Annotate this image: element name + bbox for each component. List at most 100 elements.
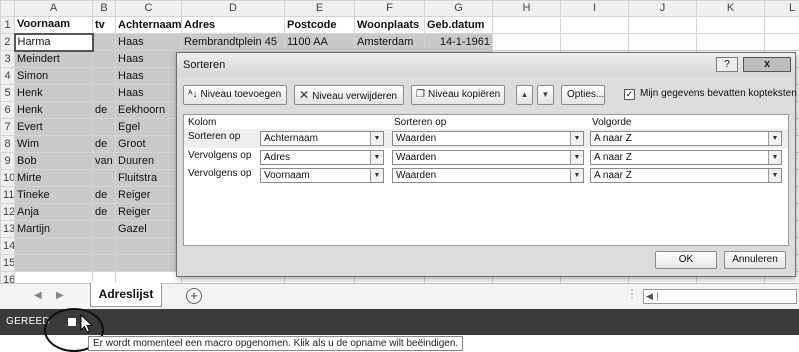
column-header-h[interactable]: H: [492, 0, 561, 17]
scrollbar-thumb[interactable]: [657, 292, 677, 301]
cell[interactable]: [764, 33, 799, 51]
cell[interactable]: Eekhoorn: [115, 101, 182, 119]
tab-split-handle-icon[interactable]: ⋮: [627, 289, 637, 300]
column-header-b[interactable]: B: [92, 0, 116, 17]
dropdown-arrow-icon[interactable]: ▼: [768, 151, 781, 164]
dropdown-arrow-icon[interactable]: ▼: [768, 169, 781, 182]
column-header-d[interactable]: D: [181, 0, 285, 17]
row-header[interactable]: 10: [0, 169, 15, 187]
sort-order-select[interactable]: A naar Z ▼: [590, 131, 782, 146]
row-header[interactable]: 12: [0, 203, 15, 221]
cell[interactable]: Simon: [14, 67, 93, 85]
cell[interactable]: Duuren: [115, 152, 182, 170]
cell[interactable]: [92, 237, 116, 255]
scroll-tabs-left-icon[interactable]: ◀: [34, 290, 42, 301]
dropdown-arrow-icon[interactable]: ▼: [768, 132, 781, 145]
row-header[interactable]: 3: [0, 50, 15, 68]
cell[interactable]: [92, 67, 116, 85]
sort-on-select[interactable]: Waarden ▼: [392, 131, 584, 146]
dropdown-arrow-icon[interactable]: ▼: [570, 151, 583, 164]
cell[interactable]: Haas: [115, 50, 182, 68]
cell[interactable]: Postcode: [284, 16, 355, 34]
cell[interactable]: Anja: [14, 203, 93, 221]
dropdown-arrow-icon[interactable]: ▼: [370, 169, 383, 182]
cell[interactable]: Groot: [115, 135, 182, 153]
copy-level-button[interactable]: ❐ Niveau kopiëren: [411, 85, 505, 105]
cell[interactable]: Bob: [14, 152, 93, 170]
close-button[interactable]: x: [743, 57, 791, 72]
cell[interactable]: van: [92, 152, 116, 170]
cell[interactable]: de: [92, 101, 116, 119]
cell[interactable]: Egel: [115, 118, 182, 136]
cell[interactable]: Martijn: [14, 220, 93, 238]
cell[interactable]: [628, 33, 697, 51]
cell[interactable]: Fluitstra: [115, 169, 182, 187]
cell[interactable]: Voornaam: [14, 16, 93, 34]
cell[interactable]: Rembrandtplein 45: [181, 33, 285, 51]
cell[interactable]: Haas: [115, 67, 182, 85]
column-header-j[interactable]: J: [628, 0, 697, 17]
row-header[interactable]: 13: [0, 220, 15, 238]
column-header-a[interactable]: A: [14, 0, 93, 17]
cell[interactable]: [764, 16, 799, 34]
sort-on-select[interactable]: Waarden ▼: [392, 150, 584, 165]
cell[interactable]: [560, 33, 629, 51]
sort-column-select[interactable]: Voornaam ▼: [260, 168, 384, 183]
column-header-l[interactable]: L: [764, 0, 799, 17]
cell[interactable]: [92, 169, 116, 187]
cell[interactable]: Gazel: [115, 220, 182, 238]
cell[interactable]: tv: [92, 16, 116, 34]
cell[interactable]: Geb.datum: [424, 16, 493, 34]
active-cell[interactable]: Harma: [13, 32, 94, 52]
column-header-e[interactable]: E: [284, 0, 355, 17]
row-header[interactable]: 7: [0, 118, 15, 136]
cell[interactable]: Evert: [14, 118, 93, 136]
cell[interactable]: Haas: [115, 84, 182, 102]
row-header[interactable]: 6: [0, 101, 15, 119]
cell[interactable]: Mirte: [14, 169, 93, 187]
column-header-i[interactable]: I: [560, 0, 629, 17]
cancel-button[interactable]: Annuleren: [724, 251, 786, 269]
column-header-k[interactable]: K: [696, 0, 765, 17]
sort-column-select[interactable]: Achternaam ▼: [260, 131, 384, 146]
cell[interactable]: [115, 254, 182, 272]
cell[interactable]: Amsterdam: [354, 33, 425, 51]
cell[interactable]: [92, 50, 116, 68]
cell[interactable]: [14, 237, 93, 255]
cell[interactable]: [628, 16, 697, 34]
cell[interactable]: 14-1-1961: [424, 33, 493, 51]
dropdown-arrow-icon[interactable]: ▼: [370, 132, 383, 145]
sort-order-select[interactable]: A naar Z ▼: [590, 168, 782, 183]
cell[interactable]: [92, 33, 116, 51]
cell[interactable]: Henk: [14, 84, 93, 102]
row-header[interactable]: 8: [0, 135, 15, 153]
cell[interactable]: Reiger: [115, 186, 182, 204]
cell[interactable]: [696, 33, 765, 51]
cell[interactable]: Achternaam: [115, 16, 182, 34]
cell[interactable]: Adres: [181, 16, 285, 34]
sort-order-select[interactable]: A naar Z ▼: [590, 150, 782, 165]
cell[interactable]: Henk: [14, 101, 93, 119]
row-header[interactable]: 1: [0, 16, 15, 34]
cell[interactable]: [492, 33, 561, 51]
cell[interactable]: [92, 254, 116, 272]
cell[interactable]: de: [92, 135, 116, 153]
cell[interactable]: Tineke: [14, 186, 93, 204]
cell[interactable]: Woonplaats: [354, 16, 425, 34]
add-level-button[interactable]: ᴬ↓ Niveau toevoegen: [183, 85, 287, 105]
cell[interactable]: [696, 16, 765, 34]
cell[interactable]: Wim: [14, 135, 93, 153]
cell[interactable]: Haas: [115, 33, 182, 51]
column-header-g[interactable]: G: [424, 0, 493, 17]
move-down-button[interactable]: ▼: [537, 85, 554, 105]
ok-button[interactable]: OK: [655, 251, 717, 269]
cell[interactable]: [92, 118, 116, 136]
cell[interactable]: [92, 220, 116, 238]
sheet-tab-adreslijst[interactable]: Adreslijst: [90, 283, 162, 307]
cell[interactable]: [115, 237, 182, 255]
cell[interactable]: de: [92, 203, 116, 221]
dialog-titlebar[interactable]: Sorteren ? x: [177, 53, 795, 77]
row-header[interactable]: 9: [0, 152, 15, 170]
add-sheet-button[interactable]: +: [186, 288, 202, 304]
delete-level-button[interactable]: ✕ Niveau verwijderen: [294, 85, 404, 105]
